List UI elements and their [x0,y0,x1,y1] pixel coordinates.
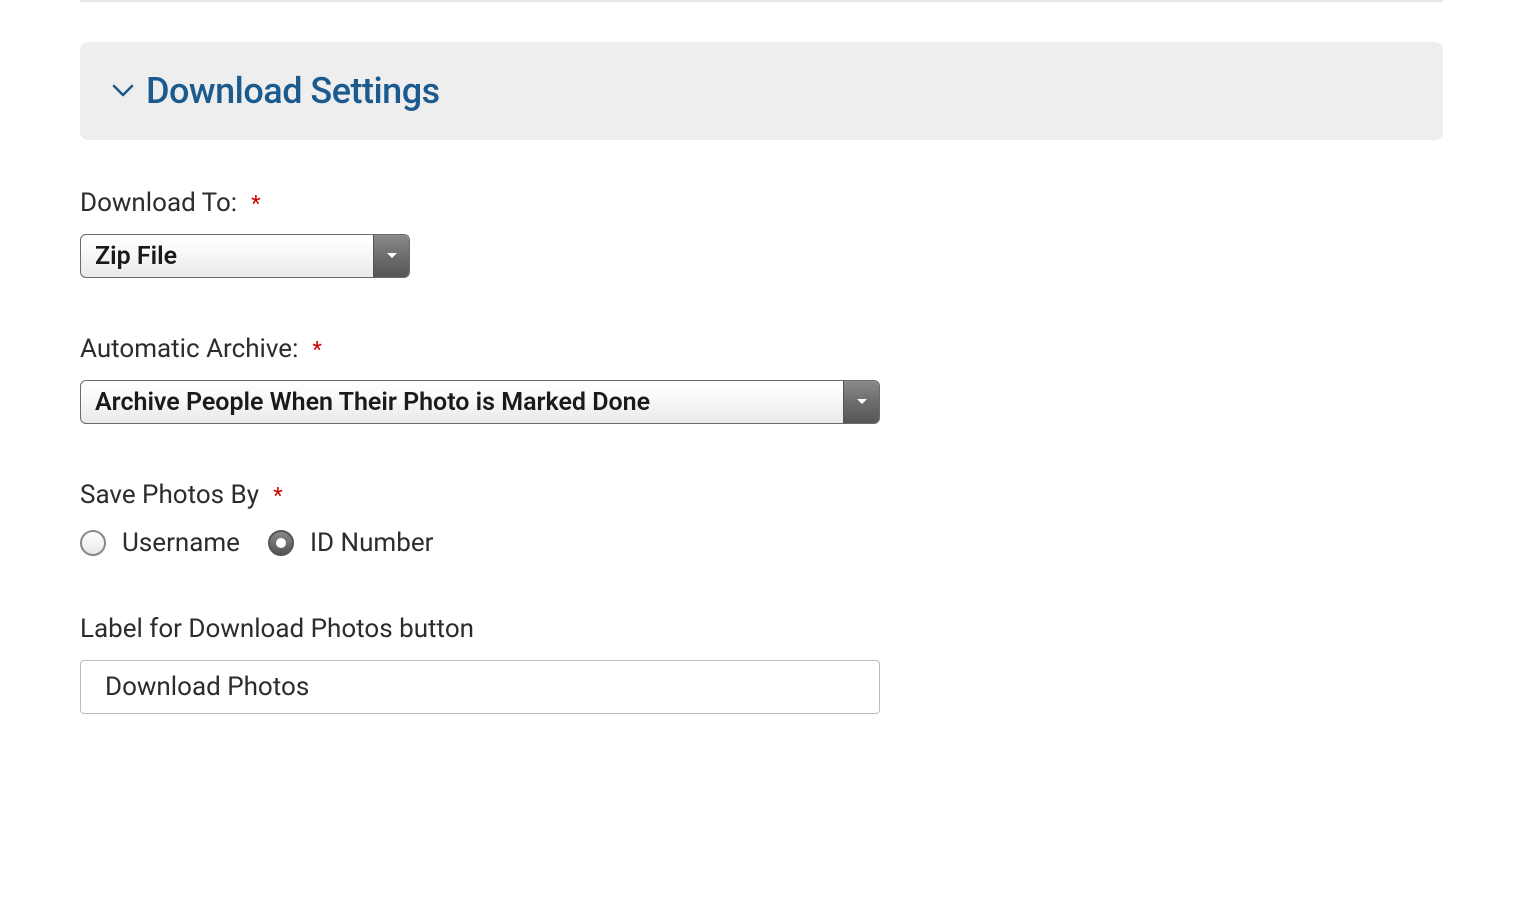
save-photos-by-group: Save Photos By * Username ID Number [80,480,1443,558]
automatic-archive-label: Automatic Archive: * [80,334,1443,364]
download-to-label-text: Download To: [80,188,237,218]
label-for-download-input[interactable] [80,660,880,714]
automatic-archive-group: Automatic Archive: * Archive People When… [80,334,1443,424]
radio-username-label: Username [122,528,240,558]
automatic-archive-select[interactable]: Archive People When Their Photo is Marke… [80,380,880,424]
section-title: Download Settings [146,70,440,112]
radio-circle-unselected [80,530,106,556]
radio-circle-selected [268,530,294,556]
download-settings-header[interactable]: Download Settings [80,42,1443,140]
save-photos-by-label-text: Save Photos By [80,480,259,510]
radio-id-number[interactable]: ID Number [268,528,433,558]
radio-id-number-label: ID Number [310,528,433,558]
download-to-value: Zip File [81,235,373,277]
dropdown-arrow-icon [843,381,879,423]
label-for-download-label: Label for Download Photos button [80,614,1443,644]
automatic-archive-value: Archive People When Their Photo is Marke… [81,381,843,423]
dropdown-arrow-icon [373,235,409,277]
label-for-download-group: Label for Download Photos button [80,614,1443,714]
automatic-archive-label-text: Automatic Archive: [80,334,298,364]
label-for-download-label-text: Label for Download Photos button [80,614,474,644]
download-to-label: Download To: * [80,188,1443,218]
save-photos-by-label: Save Photos By * [80,480,1443,510]
chevron-down-icon [112,84,134,98]
download-to-select[interactable]: Zip File [80,234,410,278]
required-asterisk: * [251,192,260,217]
required-asterisk: * [312,338,321,363]
download-to-group: Download To: * Zip File [80,188,1443,278]
top-divider [80,0,1443,2]
save-photos-by-radios: Username ID Number [80,528,1443,558]
radio-username[interactable]: Username [80,528,240,558]
required-asterisk: * [273,484,282,509]
